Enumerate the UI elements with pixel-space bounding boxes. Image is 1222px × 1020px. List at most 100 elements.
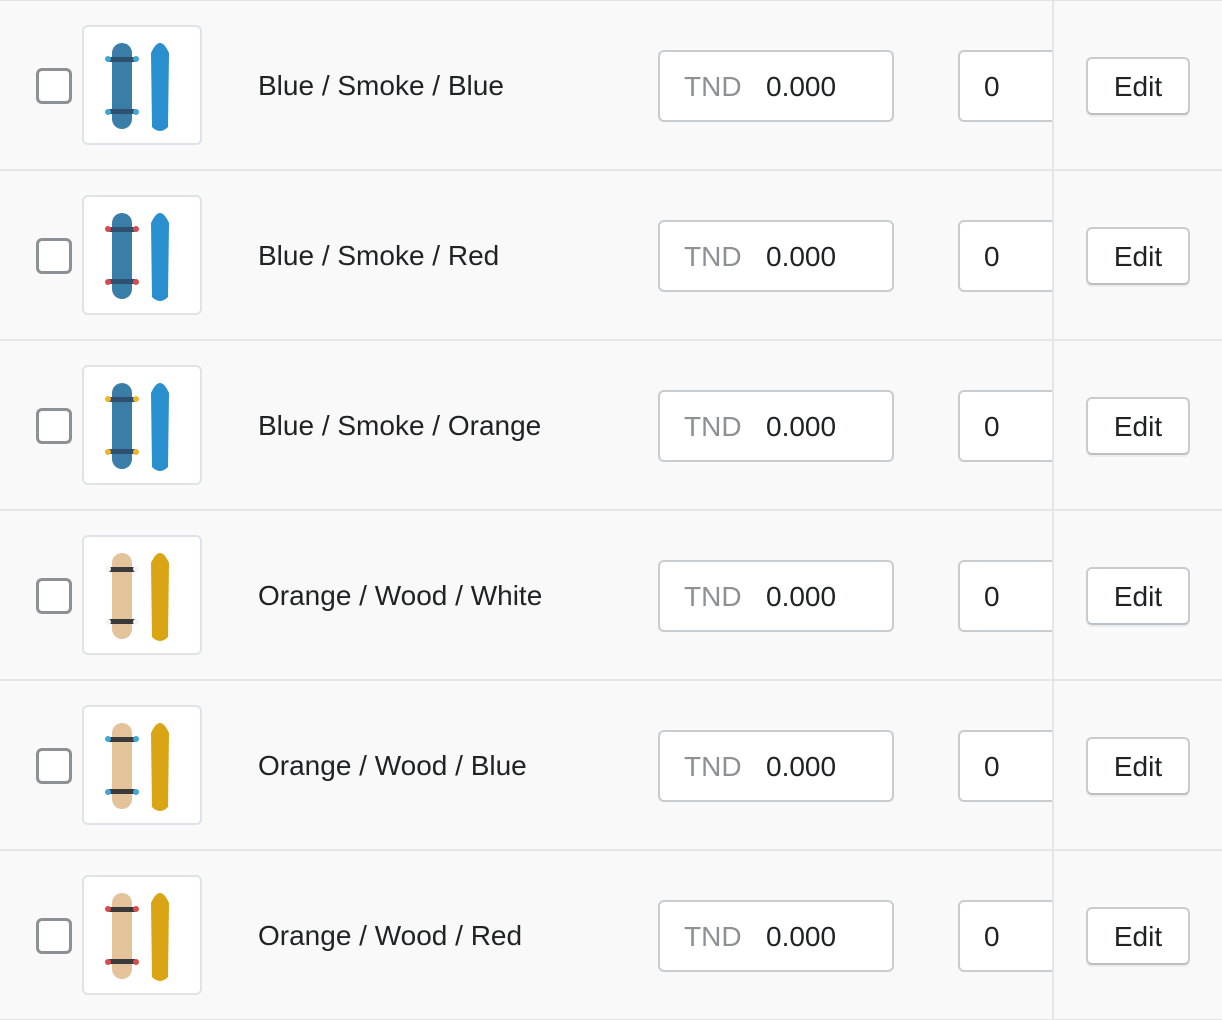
truck-front: [108, 907, 136, 912]
price-value: 0.000: [766, 411, 837, 442]
variant-row-5: Orange / Wood / Blue TND 0.000 0 Edit: [0, 681, 1222, 851]
skateboard-deck-top: [151, 723, 169, 811]
actions-column: Edit: [1052, 851, 1222, 1019]
truck-back: [108, 279, 136, 284]
wheel: [133, 619, 139, 625]
wheel: [105, 619, 111, 625]
skateboard-image: [105, 553, 169, 641]
wheel: [133, 789, 139, 795]
wheel: [105, 906, 111, 912]
truck-front: [108, 397, 136, 402]
quantity-value: 0: [984, 241, 1000, 272]
price-value: 0.000: [766, 241, 837, 272]
variant-title[interactable]: Orange / Wood / Blue: [258, 747, 527, 785]
truck-back: [108, 619, 136, 624]
variant-title[interactable]: Orange / Wood / White: [258, 577, 542, 615]
edit-button[interactable]: Edit: [1086, 567, 1190, 625]
truck-back: [108, 789, 136, 794]
variant-checkbox[interactable]: [36, 918, 72, 954]
variant-thumbnail[interactable]: [82, 705, 202, 825]
edit-button[interactable]: Edit: [1086, 907, 1190, 965]
wheel: [133, 279, 139, 285]
price-input[interactable]: TND 0.000: [658, 390, 894, 462]
variant-thumbnail[interactable]: [82, 875, 202, 995]
wheel: [105, 109, 111, 115]
price-input[interactable]: TND 0.000: [658, 50, 894, 122]
variant-checkbox[interactable]: [36, 408, 72, 444]
actions-column: Edit: [1052, 681, 1222, 849]
actions-column: Edit: [1052, 171, 1222, 339]
currency-prefix: TND: [684, 71, 742, 102]
variant-row-3: Blue / Smoke / Orange TND 0.000 0 Edit: [0, 341, 1222, 511]
edit-button[interactable]: Edit: [1086, 397, 1190, 455]
price-input[interactable]: TND 0.000: [658, 220, 894, 292]
currency-prefix: TND: [684, 241, 742, 272]
skateboard-deck-top: [151, 43, 169, 131]
skateboard-deck-bottom: [112, 723, 132, 809]
price-value: 0.000: [766, 71, 837, 102]
price-value: 0.000: [766, 581, 837, 612]
truck-back: [108, 449, 136, 454]
variant-checkbox[interactable]: [36, 578, 72, 614]
truck-front: [108, 567, 136, 572]
wheel: [133, 56, 139, 62]
price-value: 0.000: [766, 921, 837, 952]
variant-title[interactable]: Blue / Smoke / Orange: [258, 407, 541, 445]
wheel: [133, 736, 139, 742]
wheel: [105, 279, 111, 285]
skateboard-deck-bottom: [112, 43, 132, 129]
wheel: [133, 109, 139, 115]
wheel: [105, 959, 111, 965]
variant-row-6: Orange / Wood / Red TND 0.000 0 Edit: [0, 851, 1222, 1020]
variant-thumbnail[interactable]: [82, 535, 202, 655]
quantity-value: 0: [984, 411, 1000, 442]
quantity-value: 0: [984, 751, 1000, 782]
variant-title[interactable]: Orange / Wood / Red: [258, 917, 522, 955]
skateboard-deck-bottom: [112, 553, 132, 639]
truck-back: [108, 959, 136, 964]
quantity-value: 0: [984, 71, 1000, 102]
wheel: [105, 396, 111, 402]
skateboard-image: [105, 893, 169, 981]
variant-checkbox[interactable]: [36, 238, 72, 274]
variant-title[interactable]: Blue / Smoke / Red: [258, 237, 499, 275]
currency-prefix: TND: [684, 751, 742, 782]
truck-front: [108, 737, 136, 742]
skateboard-deck-bottom: [112, 383, 132, 469]
edit-button[interactable]: Edit: [1086, 227, 1190, 285]
price-input[interactable]: TND 0.000: [658, 560, 894, 632]
variant-checkbox[interactable]: [36, 68, 72, 104]
variant-row-4: Orange / Wood / White TND 0.000 0 Edit: [0, 511, 1222, 681]
wheel: [105, 566, 111, 572]
wheel: [105, 226, 111, 232]
variant-row-2: Blue / Smoke / Red TND 0.000 0 Edit: [0, 171, 1222, 341]
skateboard-deck-top: [151, 893, 169, 981]
edit-button[interactable]: Edit: [1086, 57, 1190, 115]
wheel: [133, 566, 139, 572]
truck-front: [108, 57, 136, 62]
skateboard-image: [105, 213, 169, 301]
variant-thumbnail[interactable]: [82, 25, 202, 145]
variant-thumbnail[interactable]: [82, 195, 202, 315]
price-input[interactable]: TND 0.000: [658, 900, 894, 972]
wheel: [133, 906, 139, 912]
wheel: [105, 449, 111, 455]
variant-thumbnail[interactable]: [82, 365, 202, 485]
wheel: [133, 449, 139, 455]
truck-front: [108, 227, 136, 232]
quantity-value: 0: [984, 581, 1000, 612]
skateboard-image: [105, 43, 169, 131]
actions-column: Edit: [1052, 511, 1222, 679]
actions-column: Edit: [1052, 341, 1222, 509]
currency-prefix: TND: [684, 581, 742, 612]
variant-checkbox[interactable]: [36, 748, 72, 784]
wheel: [133, 959, 139, 965]
skateboard-image: [105, 383, 169, 471]
actions-column: Edit: [1052, 1, 1222, 169]
edit-button[interactable]: Edit: [1086, 737, 1190, 795]
wheel: [105, 56, 111, 62]
variant-title[interactable]: Blue / Smoke / Blue: [258, 67, 504, 105]
currency-prefix: TND: [684, 411, 742, 442]
price-input[interactable]: TND 0.000: [658, 730, 894, 802]
variants-table: Blue / Smoke / Blue TND 0.000 0 Edit Blu…: [0, 0, 1222, 1020]
